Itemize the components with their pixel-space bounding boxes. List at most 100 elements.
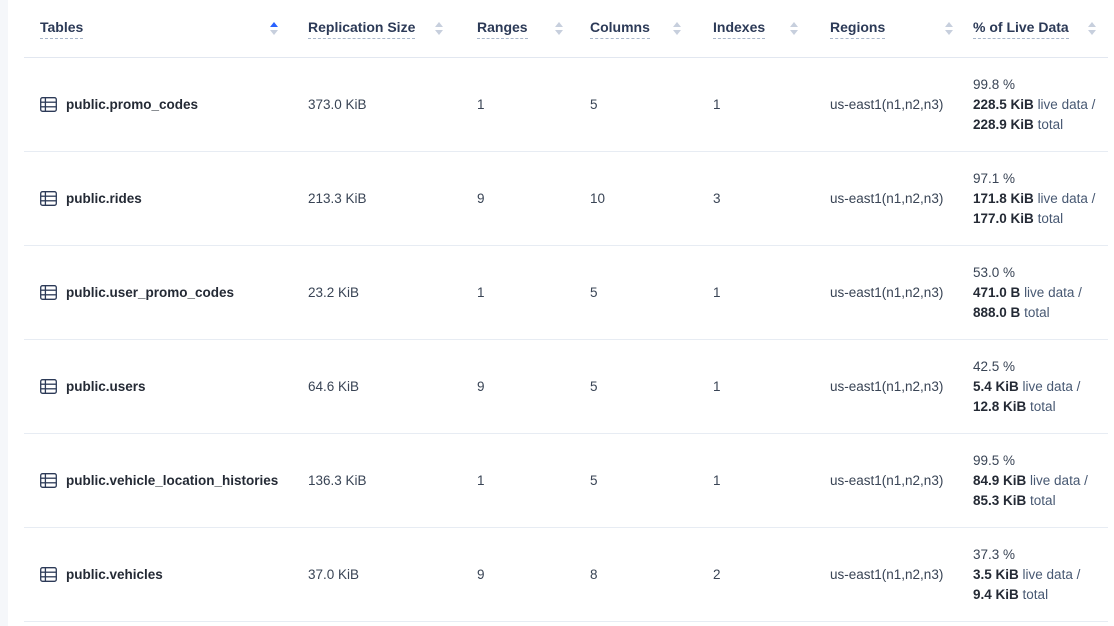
table-name-link[interactable]: public.promo_codes <box>66 97 198 112</box>
live-data-cell: 42.5 % 5.4 KiB live data / 12.8 KiB tota… <box>965 357 1108 417</box>
regions-cell: us-east1(n1,n2,n3) <box>810 285 965 300</box>
live-percent: 99.5 % <box>973 451 1108 471</box>
column-header[interactable]: Regions <box>810 19 965 39</box>
live-data-cell: 99.5 % 84.9 KiB live data / 85.3 KiB tot… <box>965 451 1108 511</box>
replication-size-cell: 37.0 KiB <box>290 567 455 582</box>
column-header[interactable]: Ranges <box>455 19 575 39</box>
replication-size-cell: 373.0 KiB <box>290 97 455 112</box>
sort-asc-arrow-icon <box>1088 22 1096 27</box>
live-data-cell: 37.3 % 3.5 KiB live data / 9.4 KiB total <box>965 545 1108 605</box>
live-percent: 42.5 % <box>973 357 1108 377</box>
replication-size-cell: 136.3 KiB <box>290 473 455 488</box>
table-name-link[interactable]: public.user_promo_codes <box>66 285 234 300</box>
column-header-label: Ranges <box>477 19 528 39</box>
regions-cell: us-east1(n1,n2,n3) <box>810 473 965 488</box>
table-body: public.promo_codes 373.0 KiB 1 5 1 us-ea… <box>24 58 1108 622</box>
column-header[interactable]: Tables <box>24 19 290 39</box>
sort-arrows-icon <box>435 22 443 35</box>
indexes-cell: 1 <box>693 97 810 112</box>
column-header-label: Indexes <box>713 19 765 39</box>
sort-asc-arrow-icon <box>673 22 681 27</box>
table-icon <box>40 567 57 582</box>
regions-cell: us-east1(n1,n2,n3) <box>810 97 965 112</box>
sort-arrows-icon <box>790 22 798 35</box>
table-name-cell: public.rides <box>24 191 290 206</box>
columns-cell: 5 <box>575 473 693 488</box>
columns-cell: 8 <box>575 567 693 582</box>
table-name-link[interactable]: public.vehicle_location_histories <box>66 473 278 488</box>
ranges-cell: 1 <box>455 97 575 112</box>
indexes-cell: 1 <box>693 285 810 300</box>
live-size-line: 228.5 KiB live data / <box>973 95 1108 115</box>
sort-arrows-icon <box>673 22 681 35</box>
column-header[interactable]: % of Live Data <box>965 19 1108 39</box>
sort-arrows-icon <box>270 22 278 35</box>
table-icon <box>40 285 57 300</box>
live-percent: 99.8 % <box>973 75 1108 95</box>
table-name-link[interactable]: public.users <box>66 379 146 394</box>
indexes-cell: 3 <box>693 191 810 206</box>
table-header-row: Tables Replication Size Ranges Columns I… <box>24 0 1108 58</box>
sort-desc-arrow-icon <box>1088 30 1096 35</box>
live-size-line: 84.9 KiB live data / <box>973 471 1108 491</box>
regions-cell: us-east1(n1,n2,n3) <box>810 379 965 394</box>
replication-size-cell: 213.3 KiB <box>290 191 455 206</box>
sort-arrows-icon <box>1088 22 1096 35</box>
live-data-cell: 99.8 % 228.5 KiB live data / 228.9 KiB t… <box>965 75 1108 135</box>
tables-table: Tables Replication Size Ranges Columns I… <box>24 0 1108 622</box>
table-name-cell: public.vehicle_location_histories <box>24 473 290 488</box>
column-header[interactable]: Indexes <box>693 19 810 39</box>
sort-asc-arrow-icon <box>790 22 798 27</box>
sort-asc-arrow-icon <box>945 22 953 27</box>
table-row: public.promo_codes 373.0 KiB 1 5 1 us-ea… <box>24 58 1108 152</box>
table-name-cell: public.vehicles <box>24 567 290 582</box>
sort-desc-arrow-icon <box>270 30 278 35</box>
column-header[interactable]: Columns <box>575 19 693 39</box>
regions-cell: us-east1(n1,n2,n3) <box>810 191 965 206</box>
total-size-line: 9.4 KiB total <box>973 585 1108 605</box>
tables-panel: Tables Replication Size Ranges Columns I… <box>8 0 1114 626</box>
table-row: public.vehicles 37.0 KiB 9 8 2 us-east1(… <box>24 528 1108 622</box>
sort-desc-arrow-icon <box>945 30 953 35</box>
table-name-link[interactable]: public.vehicles <box>66 567 163 582</box>
total-size-line: 177.0 KiB total <box>973 209 1108 229</box>
table-name-link[interactable]: public.rides <box>66 191 142 206</box>
replication-size-cell: 23.2 KiB <box>290 285 455 300</box>
column-header-label: Replication Size <box>308 19 415 39</box>
sort-desc-arrow-icon <box>555 30 563 35</box>
table-name-cell: public.promo_codes <box>24 97 290 112</box>
table-row: public.rides 213.3 KiB 9 10 3 us-east1(n… <box>24 152 1108 246</box>
indexes-cell: 1 <box>693 473 810 488</box>
table-row: public.user_promo_codes 23.2 KiB 1 5 1 u… <box>24 246 1108 340</box>
live-percent: 53.0 % <box>973 263 1108 283</box>
replication-size-cell: 64.6 KiB <box>290 379 455 394</box>
column-header-label: % of Live Data <box>973 19 1069 39</box>
total-size-line: 228.9 KiB total <box>973 115 1108 135</box>
live-data-cell: 97.1 % 171.8 KiB live data / 177.0 KiB t… <box>965 169 1108 229</box>
columns-cell: 10 <box>575 191 693 206</box>
columns-cell: 5 <box>575 97 693 112</box>
column-header[interactable]: Replication Size <box>290 19 455 39</box>
live-size-line: 5.4 KiB live data / <box>973 377 1108 397</box>
live-size-line: 3.5 KiB live data / <box>973 565 1108 585</box>
sort-desc-arrow-icon <box>435 30 443 35</box>
live-size-line: 471.0 B live data / <box>973 283 1108 303</box>
table-row: public.vehicle_location_histories 136.3 … <box>24 434 1108 528</box>
total-size-line: 12.8 KiB total <box>973 397 1108 417</box>
column-header-label: Regions <box>830 19 885 39</box>
sort-arrows-icon <box>945 22 953 35</box>
live-size-line: 171.8 KiB live data / <box>973 189 1108 209</box>
columns-cell: 5 <box>575 379 693 394</box>
sort-arrows-icon <box>555 22 563 35</box>
sort-desc-arrow-icon <box>790 30 798 35</box>
table-icon <box>40 191 57 206</box>
table-name-cell: public.user_promo_codes <box>24 285 290 300</box>
ranges-cell: 9 <box>455 379 575 394</box>
indexes-cell: 2 <box>693 567 810 582</box>
table-row: public.users 64.6 KiB 9 5 1 us-east1(n1,… <box>24 340 1108 434</box>
table-icon <box>40 379 57 394</box>
total-size-line: 888.0 B total <box>973 303 1108 323</box>
total-size-line: 85.3 KiB total <box>973 491 1108 511</box>
ranges-cell: 1 <box>455 285 575 300</box>
sort-asc-arrow-icon <box>270 22 278 27</box>
